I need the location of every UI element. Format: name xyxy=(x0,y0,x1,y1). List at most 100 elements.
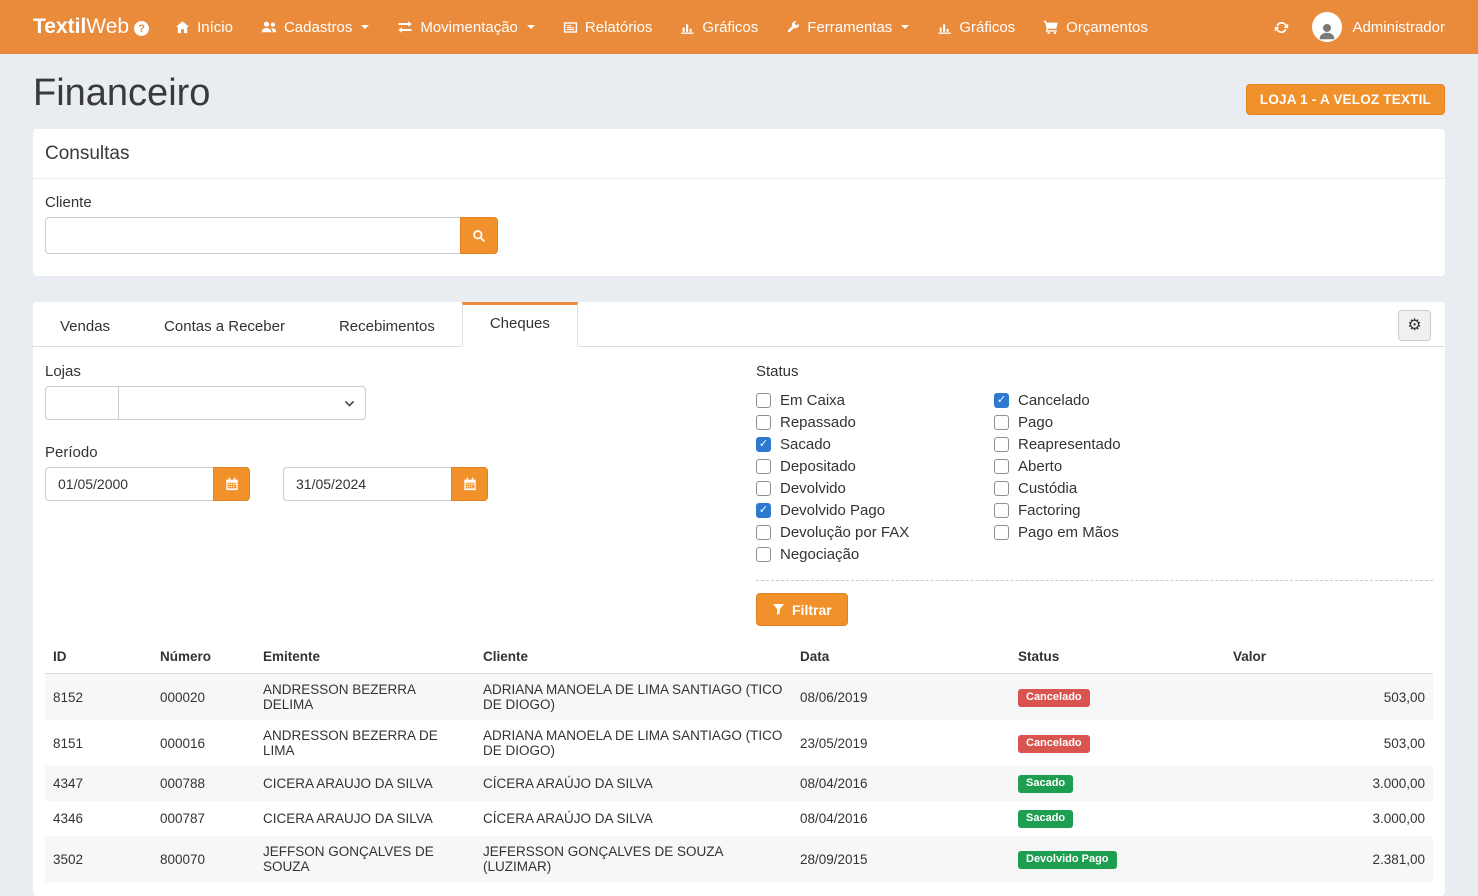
table-header: IDNúmeroEmitenteClienteDataStatusValor xyxy=(45,640,1433,674)
nav-item-graficos[interactable]: Gráficos xyxy=(923,0,1029,54)
status-checkbox-sacado[interactable]: ✓Sacado xyxy=(756,433,994,455)
tab-contas-a-receber[interactable]: Contas a Receber xyxy=(137,302,312,347)
search-button[interactable] xyxy=(460,217,498,254)
checkbox-checked-icon: ✓ xyxy=(994,393,1009,408)
status-checkbox-label: Pago xyxy=(1018,414,1053,431)
cell-numero: 000020 xyxy=(152,674,255,721)
user-name: Administrador xyxy=(1352,19,1445,36)
status-checkbox-reapresentado[interactable]: Reapresentado xyxy=(994,433,1433,455)
status-column-2: ✓Cancelado Pago Reapresentado Aberto Custódi… xyxy=(994,389,1433,565)
status-checkbox-devolvido[interactable]: Devolvido xyxy=(756,477,994,499)
cell-status: Cancelado xyxy=(1010,674,1225,721)
nav-item-label: Início xyxy=(197,19,233,36)
filtrar-button[interactable]: Filtrar xyxy=(756,593,848,626)
help-icon[interactable]: ? xyxy=(134,21,149,36)
chart-icon xyxy=(937,20,952,35)
user-menu[interactable]: Administrador xyxy=(1312,12,1445,42)
refresh-icon[interactable] xyxy=(1273,19,1290,36)
nav-item-movimentacao[interactable]: Movimentação xyxy=(383,0,549,54)
page-title: Financeiro xyxy=(33,72,210,115)
cell-emitente: JEFFSON GONÇALVES DE SOUZA xyxy=(255,836,475,882)
cell-data: 08/06/2019 xyxy=(792,674,1010,721)
cliente-input[interactable] xyxy=(45,217,460,254)
checkbox-unchecked-icon xyxy=(756,459,771,474)
filter-area: Lojas Período xyxy=(33,347,1445,636)
cell-emitente: ANDRESSON BEZERRA DELIMA xyxy=(255,674,475,721)
cell-numero: 000788 xyxy=(152,766,255,801)
exchange-icon xyxy=(397,19,413,35)
calendar-icon xyxy=(463,477,477,491)
table-body: 8152000020ANDRESSON BEZERRA DELIMAADRIAN… xyxy=(45,674,1433,883)
date-from-button[interactable] xyxy=(213,467,250,501)
status-checkbox-label: Reapresentado xyxy=(1018,436,1121,453)
nav-item-orcamentos[interactable]: Orçamentos xyxy=(1029,0,1162,54)
status-badge: Sacado xyxy=(1018,810,1073,828)
home-icon xyxy=(175,20,190,35)
nav-item-label: Relatórios xyxy=(585,19,653,36)
cell-valor: 2.381,00 xyxy=(1225,836,1433,882)
checkbox-unchecked-icon xyxy=(994,481,1009,496)
cell-emitente: ANDRESSON BEZERRA DE LIMA xyxy=(255,720,475,766)
date-to-button[interactable] xyxy=(451,467,488,501)
table-row: 4346000787CICERA ARAUJO DA SILVACÍCERA A… xyxy=(45,801,1433,836)
nav-item-graficos[interactable]: Gráficos xyxy=(666,0,772,54)
status-checkbox-em-caixa[interactable]: Em Caixa xyxy=(756,389,994,411)
cell-status: Sacado xyxy=(1010,801,1225,836)
caret-down-icon xyxy=(361,25,369,29)
checkbox-unchecked-icon xyxy=(994,525,1009,540)
checkbox-unchecked-icon xyxy=(756,393,771,408)
status-checkbox-devolvido-pago[interactable]: ✓Devolvido Pago xyxy=(756,499,994,521)
checkbox-unchecked-icon xyxy=(994,437,1009,452)
date-from-input[interactable] xyxy=(45,467,213,501)
settings-button[interactable]: ⚙ xyxy=(1398,310,1431,341)
checkbox-unchecked-icon xyxy=(756,481,771,496)
cell-data: 08/04/2016 xyxy=(792,766,1010,801)
caret-down-icon xyxy=(901,25,909,29)
status-column-1: Em Caixa Repassado ✓SacadoDepositadoDevolv… xyxy=(756,389,994,565)
nav-item-relatorios[interactable]: Relatórios xyxy=(549,0,667,54)
store-button[interactable]: LOJA 1 - A VELOZ TEXTIL xyxy=(1246,84,1445,115)
brand-logo[interactable]: TextilWeb ? xyxy=(33,15,149,39)
filter-left-column: Lojas Período xyxy=(45,363,756,626)
navbar-menu: Início CadastrosMovimentação Relatórios Grá… xyxy=(161,0,1162,54)
nav-item-ferramentas[interactable]: Ferramentas xyxy=(772,0,923,54)
filter-icon xyxy=(772,603,785,616)
status-checkbox-label: Repassado xyxy=(780,414,856,431)
cheques-table: IDNúmeroEmitenteClienteDataStatusValor 8… xyxy=(45,640,1433,882)
tab-recebimentos[interactable]: Recebimentos xyxy=(312,302,462,347)
status-checkbox-repassado[interactable]: Repassado xyxy=(756,411,994,433)
filter-right-column: Status Em CaixaRepassado✓SacadoDepositad… xyxy=(756,363,1433,626)
cell-data: 08/04/2016 xyxy=(792,801,1010,836)
cell-numero: 800070 xyxy=(152,836,255,882)
cart-icon xyxy=(1043,19,1059,35)
nav-item-cadastros[interactable]: Cadastros xyxy=(247,0,383,54)
status-checkbox-aberto[interactable]: Aberto xyxy=(994,455,1433,477)
status-checkbox-label: Custódia xyxy=(1018,480,1077,497)
search-icon xyxy=(472,229,486,243)
column-header-id: ID xyxy=(45,640,152,674)
status-checkbox-devolucao-por-fax[interactable]: Devolução por FAX xyxy=(756,521,994,543)
checkbox-unchecked-icon xyxy=(994,459,1009,474)
status-checkbox-depositado[interactable]: Depositado xyxy=(756,455,994,477)
status-badge: Sacado xyxy=(1018,775,1073,793)
lojas-number-input[interactable] xyxy=(45,386,119,420)
status-checkbox-pago-em-maos[interactable]: Pago em Mãos xyxy=(994,521,1433,543)
wrench-icon xyxy=(786,20,800,34)
tab-vendas[interactable]: Vendas xyxy=(33,302,137,347)
status-checkbox-custodia[interactable]: Custódia xyxy=(994,477,1433,499)
date-from-group xyxy=(45,467,250,501)
report-icon xyxy=(563,20,578,35)
tab-cheques[interactable]: Cheques xyxy=(462,302,578,347)
nav-item-label: Gráficos xyxy=(702,19,758,36)
nav-item-label: Gráficos xyxy=(959,19,1015,36)
status-checkbox-label: Sacado xyxy=(780,436,831,453)
date-to-input[interactable] xyxy=(283,467,451,501)
lojas-select[interactable] xyxy=(118,386,366,420)
nav-item-inicio[interactable]: Início xyxy=(161,0,247,54)
status-checkbox-pago[interactable]: Pago xyxy=(994,411,1433,433)
table-row: 8151000016ANDRESSON BEZERRA DE LIMAADRIA… xyxy=(45,720,1433,766)
periodo-label: Período xyxy=(45,444,756,461)
status-checkbox-negociacao[interactable]: Negociação xyxy=(756,543,994,565)
status-checkbox-cancelado[interactable]: ✓Cancelado xyxy=(994,389,1433,411)
status-checkbox-factoring[interactable]: Factoring xyxy=(994,499,1433,521)
